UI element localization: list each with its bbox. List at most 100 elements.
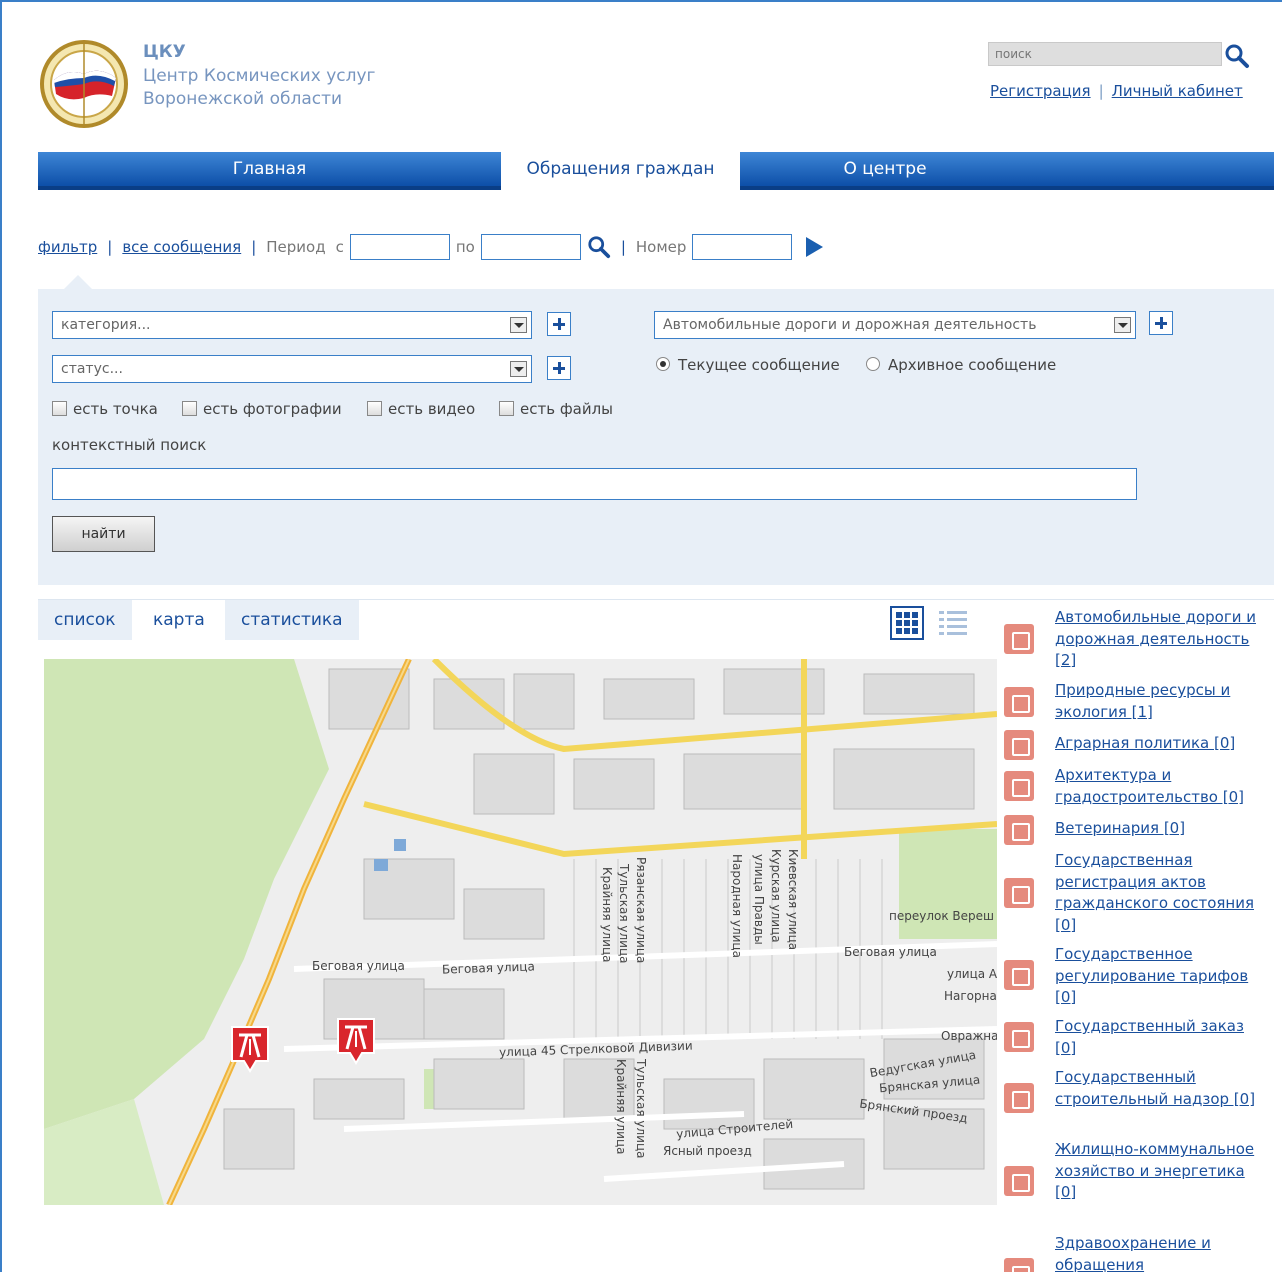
category-link-roads[interactable]: Автомобильные дороги и дорожная деятельн…	[1055, 607, 1260, 672]
category-link-ecology[interactable]: Природные ресурсы и экология [1]	[1055, 680, 1260, 723]
context-search-label: контекстный поиск	[52, 436, 207, 454]
category-link-construction[interactable]: Государственный строительный надзор [0]	[1055, 1067, 1260, 1110]
map-view[interactable]: Беговая улица Беговая улица Беговая улиц…	[44, 659, 997, 1205]
checkbox-box[interactable]	[499, 401, 514, 416]
domain-select-value: Автомобильные дороги и дорожная деятельн…	[663, 317, 1037, 333]
construction-icon	[1004, 1083, 1034, 1113]
to-label: по	[455, 238, 475, 256]
nature-icon	[1004, 687, 1034, 717]
nav-item-home[interactable]: Главная	[38, 152, 501, 186]
filter-separator: |	[251, 238, 257, 256]
street-label: Беговая улица	[312, 959, 405, 973]
street-label: Крайняя улица	[614, 1059, 628, 1155]
tariff-icon	[1004, 960, 1034, 990]
org-name-line1: Центр Космических услуг	[143, 66, 376, 86]
radio-archive[interactable]: Архивное сообщение	[866, 356, 1056, 374]
road-icon	[1004, 624, 1034, 654]
checkbox-has-point[interactable]: есть точка	[52, 400, 158, 418]
search-icon[interactable]	[1224, 43, 1250, 69]
health-icon	[1004, 1258, 1034, 1272]
period-label: Период	[266, 238, 326, 256]
category-link-housing[interactable]: Жилищно-коммунальное хозяйство и энергет…	[1055, 1139, 1260, 1204]
status-select[interactable]: статус...	[52, 355, 532, 383]
logo-emblem	[38, 40, 130, 128]
street-label: Киевская улица	[786, 849, 800, 951]
street-label: Беговая улица	[844, 945, 937, 959]
nav-item-appeals[interactable]: Обращения граждан	[501, 152, 740, 190]
nav-item-about[interactable]: О центре	[740, 152, 1030, 186]
chevron-down-icon	[510, 361, 527, 377]
category-select-value: категория...	[61, 317, 151, 333]
checkbox-label: есть видео	[388, 400, 476, 418]
domain-select[interactable]: Автомобильные дороги и дорожная деятельн…	[654, 311, 1136, 339]
category-link-gov-order[interactable]: Государственный заказ [0]	[1055, 1016, 1260, 1059]
category-select[interactable]: категория...	[52, 311, 532, 339]
register-link[interactable]: Регистрация	[990, 82, 1091, 100]
filter-separator: |	[107, 238, 113, 256]
housing-icon	[1004, 1166, 1034, 1196]
checkbox-has-video[interactable]: есть видео	[367, 400, 475, 418]
add-category-button[interactable]	[547, 312, 571, 336]
radio-archive-label: Архивное сообщение	[888, 356, 1057, 374]
play-icon[interactable]	[806, 237, 824, 257]
registry-icon	[1004, 878, 1034, 908]
radio-current-dot[interactable]	[656, 357, 670, 371]
architecture-icon	[1004, 771, 1034, 801]
find-button[interactable]: найти	[52, 516, 155, 552]
street-label: улица Правды	[752, 854, 766, 945]
agriculture-icon	[1004, 730, 1034, 760]
street-label: Тульская улица	[634, 1059, 648, 1159]
checkbox-label: есть файлы	[520, 400, 614, 418]
checkbox-has-files[interactable]: есть файлы	[499, 400, 613, 418]
tab-map[interactable]: карта	[137, 600, 221, 640]
checkbox-box[interactable]	[182, 401, 197, 416]
grid-view-icon[interactable]	[890, 606, 924, 640]
org-name-line2: Воронежской области	[143, 89, 343, 109]
auth-links: Регистрация | Личный кабинет	[990, 82, 1243, 100]
tab-divider	[38, 599, 1274, 600]
all-messages-link[interactable]: все сообщения	[122, 238, 241, 256]
street-label: Нагорна	[944, 989, 997, 1003]
category-link-agrarian[interactable]: Аграрная политика [0]	[1055, 733, 1260, 755]
chevron-down-icon	[1114, 317, 1131, 333]
checkbox-box[interactable]	[367, 401, 382, 416]
from-label: с	[335, 238, 344, 256]
checkbox-box[interactable]	[52, 401, 67, 416]
context-search-input[interactable]	[52, 468, 1137, 500]
street-label: улица А	[947, 967, 997, 981]
street-label: Ясный проезд	[663, 1144, 752, 1158]
tab-statistics[interactable]: статистика	[225, 600, 359, 640]
number-input[interactable]	[692, 234, 793, 260]
add-domain-button[interactable]	[1149, 311, 1173, 335]
street-label: Тульская улица	[617, 864, 631, 964]
period-from-input[interactable]	[349, 234, 450, 260]
radio-current[interactable]: Текущее сообщение	[656, 356, 840, 374]
period-search-icon[interactable]	[587, 235, 611, 259]
street-label: Крайняя улица	[600, 867, 614, 963]
list-view-icon[interactable]	[938, 608, 968, 638]
main-nav: Главная Обращения граждан О центре	[38, 152, 1274, 190]
radio-archive-dot[interactable]	[866, 357, 880, 371]
category-link-health[interactable]: Здравоохранение и обращения	[1055, 1233, 1260, 1272]
street-label: Овражна	[941, 1029, 997, 1043]
veterinary-icon	[1004, 815, 1034, 845]
radio-current-label: Текущее сообщение	[678, 356, 840, 374]
tab-list[interactable]: список	[38, 600, 132, 640]
street-label: Народная улица	[730, 854, 744, 958]
category-link-veterinary[interactable]: Ветеринария [0]	[1055, 818, 1260, 840]
street-label: Рязанская улица	[634, 857, 648, 964]
gov-order-icon	[1004, 1022, 1034, 1052]
period-to-input[interactable]	[480, 234, 581, 260]
road-sign-icon[interactable]	[230, 1025, 270, 1073]
site-search-input[interactable]	[988, 42, 1222, 66]
road-sign-icon[interactable]	[336, 1017, 376, 1065]
category-link-civil-registry[interactable]: Государственная регистрация актов гражда…	[1055, 850, 1270, 936]
cabinet-link[interactable]: Личный кабинет	[1112, 82, 1243, 100]
checkbox-has-photos[interactable]: есть фотографии	[182, 400, 342, 418]
category-link-tariffs[interactable]: Государственное регулирование тарифов [0…	[1055, 944, 1260, 1009]
filter-link[interactable]: фильтр	[38, 238, 97, 256]
add-status-button[interactable]	[547, 356, 571, 380]
category-link-architecture[interactable]: Архитектура и градостроительство [0]	[1055, 765, 1260, 808]
number-label: Номер	[635, 238, 687, 256]
panel-notch	[64, 275, 92, 289]
